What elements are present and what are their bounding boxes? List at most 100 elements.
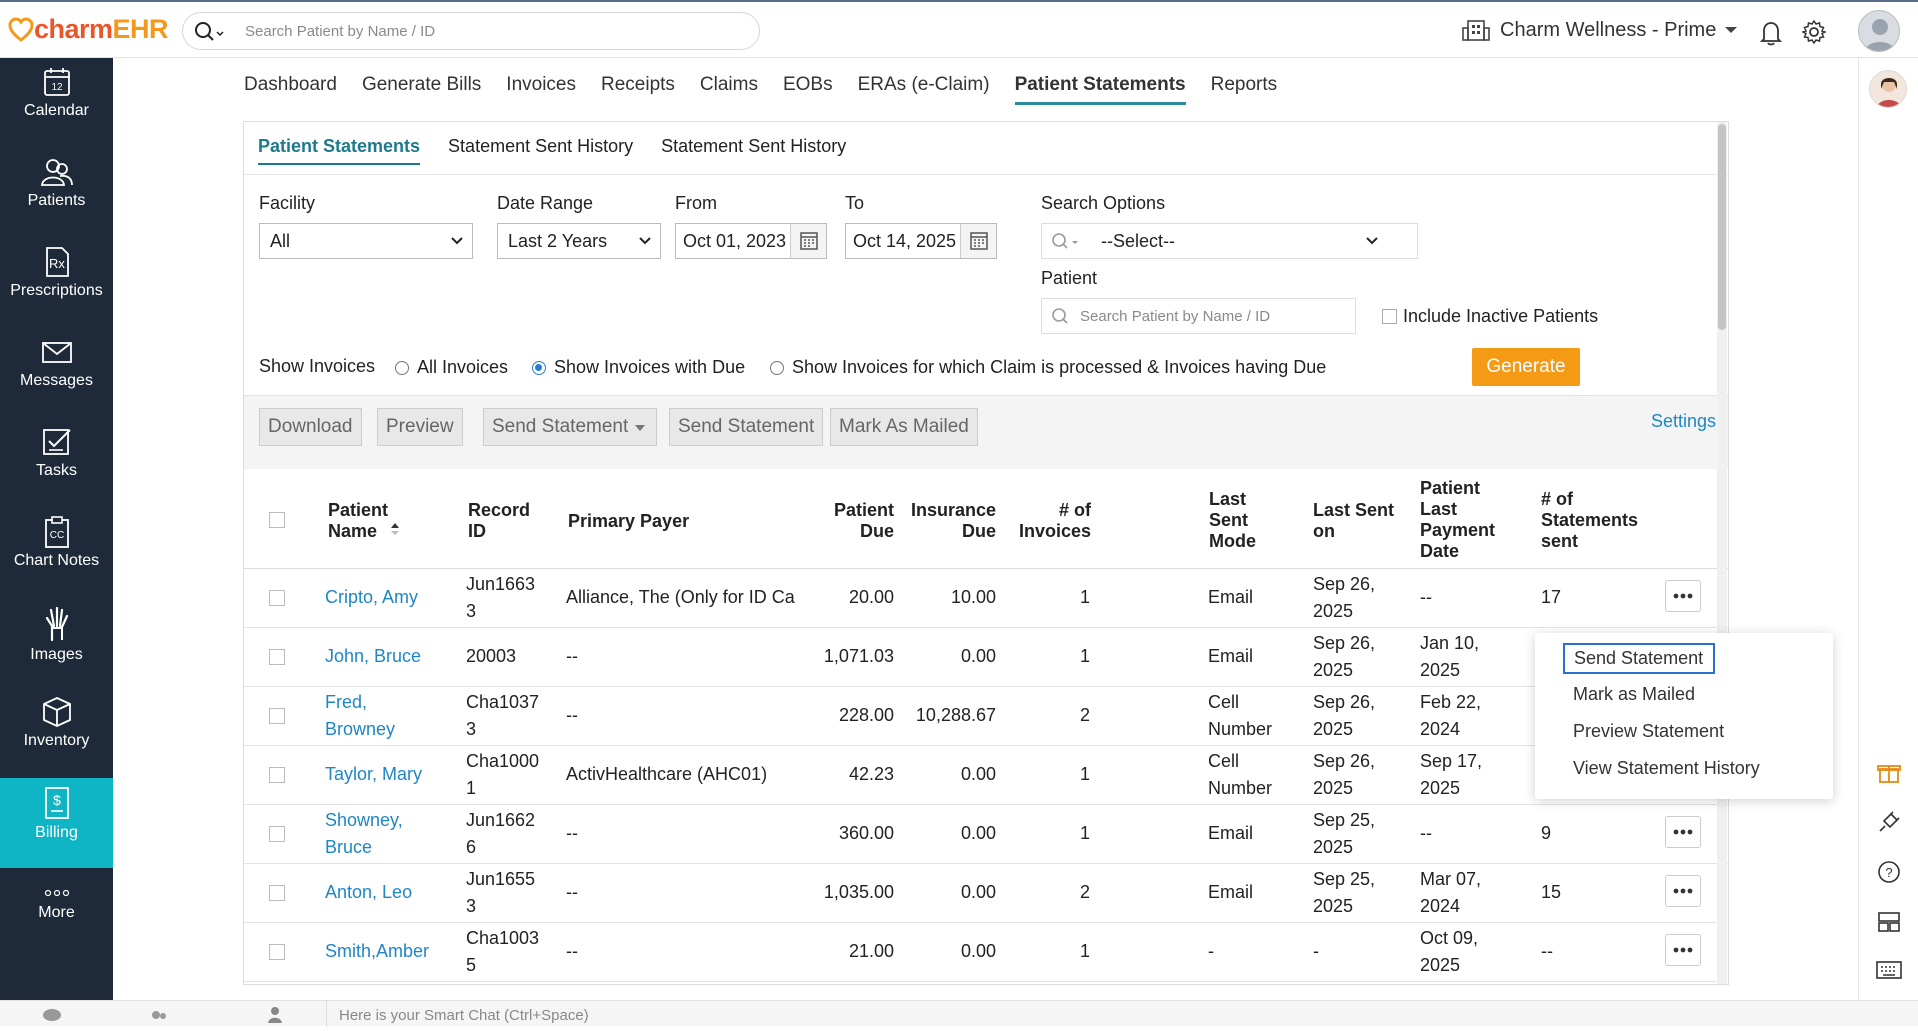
sidebar-item-tasks[interactable]: Tasks: [0, 418, 113, 508]
radio-invoices-with-due-circle[interactable]: [532, 360, 546, 375]
col-last-payment-date[interactable]: Patient Last Payment Date: [1420, 478, 1495, 562]
settings-link[interactable]: Settings: [1651, 411, 1716, 432]
patient-name-link[interactable]: Anton, Leo: [325, 879, 412, 906]
from-date-input[interactable]: Oct 01, 2023: [675, 223, 827, 259]
subtab-statement-sent-history[interactable]: Statement Sent History: [448, 136, 633, 165]
radio-all-invoices[interactable]: All Invoices: [395, 357, 508, 378]
table-row[interactable]: Smith,Amber Cha1003 5 -- 21.00 0.00 1- - Oct 09,…: [244, 923, 1728, 982]
patient-name-link[interactable]: Cripto, Amy: [325, 584, 418, 611]
nav-tab-claims[interactable]: Claims: [700, 74, 758, 105]
subtab-statement-sent-history-2[interactable]: Statement Sent History: [661, 136, 846, 165]
radio-all-invoices-circle[interactable]: [395, 360, 409, 375]
nav-tab-eobs[interactable]: EOBs: [783, 74, 833, 105]
facility-select[interactable]: All: [259, 223, 473, 259]
menu-item-view-statement-history[interactable]: View Statement History: [1573, 758, 1760, 779]
table-row[interactable]: Fred, Browney Cha1037 3 -- 228.00 10,288.67 2 Ce…: [244, 687, 1728, 746]
sidebar-item-more[interactable]: More: [0, 878, 113, 948]
search-options-select[interactable]: --Select--: [1041, 223, 1418, 259]
patient-name-link[interactable]: John, Bruce: [325, 643, 421, 670]
nav-tab-receipts[interactable]: Receipts: [601, 74, 675, 105]
calendar-picker-icon[interactable]: [790, 224, 826, 258]
row-checkbox[interactable]: [269, 944, 285, 960]
chat-icon[interactable]: [42, 1007, 62, 1025]
col-num-invoices[interactable]: # of Invoices: [984, 500, 1091, 542]
include-inactive-checkbox[interactable]: [1382, 309, 1397, 324]
row-checkbox[interactable]: [269, 590, 285, 606]
col-last-sent-mode[interactable]: Last Sent Mode: [1209, 489, 1256, 552]
panel-scrollbar[interactable]: [1717, 122, 1727, 984]
table-row[interactable]: John, Bruce 20003 -- 1,071.03 0.00 1 Email Sep …: [244, 628, 1728, 687]
row-checkbox[interactable]: [269, 826, 285, 842]
nav-tab-invoices[interactable]: Invoices: [506, 74, 576, 105]
row-more-actions-button[interactable]: [1665, 816, 1701, 848]
sidebar-item-billing[interactable]: $ Billing: [0, 778, 113, 868]
radio-claim-processed[interactable]: Show Invoices for which Claim is process…: [770, 357, 1326, 378]
row-checkbox[interactable]: [269, 885, 285, 901]
provider-avatar[interactable]: [1869, 70, 1907, 108]
row-more-actions-button[interactable]: [1665, 934, 1701, 966]
menu-item-mark-as-mailed[interactable]: Mark as Mailed: [1573, 684, 1695, 705]
layout-icon[interactable]: [1877, 910, 1901, 934]
table-row[interactable]: Anton, Leo Jun1655 3 -- 1,035.00 0.00 2 Email Se…: [244, 864, 1728, 923]
row-checkbox[interactable]: [269, 649, 285, 665]
global-patient-search[interactable]: Search Patient by Name / ID: [182, 12, 760, 50]
table-row[interactable]: Showney, Bruce Jun1662 6 -- 360.00 0.00 1 Email S…: [244, 805, 1728, 864]
col-last-sent-on[interactable]: Last Sent on: [1313, 500, 1394, 542]
mark-as-mailed-button[interactable]: Mark As Mailed: [830, 408, 978, 446]
send-statement-button[interactable]: Send Statement: [669, 408, 824, 446]
sidebar-item-calendar[interactable]: 12 Calendar: [0, 58, 113, 148]
radio-invoices-with-due[interactable]: Show Invoices with Due: [532, 357, 745, 378]
bell-icon[interactable]: [1759, 20, 1783, 46]
nav-tab-dashboard[interactable]: Dashboard: [244, 74, 337, 105]
patient-name-link[interactable]: Smith,Amber: [325, 938, 429, 965]
subtab-patient-statements[interactable]: Patient Statements: [258, 136, 421, 165]
sidebar-item-patients[interactable]: Patients: [0, 148, 113, 238]
calendar-picker-icon[interactable]: [960, 224, 996, 258]
row-checkbox[interactable]: [269, 767, 285, 783]
sidebar-item-images[interactable]: Images: [0, 598, 113, 688]
contact-icon[interactable]: [266, 1005, 284, 1025]
keyboard-icon[interactable]: [1876, 958, 1902, 982]
charm-ehr-logo[interactable]: charm EHR: [8, 14, 169, 45]
row-more-actions-button[interactable]: [1665, 875, 1701, 907]
col-insurance-due[interactable]: Insurance Due: [874, 500, 996, 542]
help-icon[interactable]: ?: [1877, 860, 1901, 884]
patient-name-link[interactable]: Fred, Browney: [325, 689, 395, 743]
nav-tab-reports[interactable]: Reports: [1211, 74, 1278, 105]
smart-chat-input[interactable]: Here is your Smart Chat (Ctrl+Space): [326, 1001, 589, 1027]
patient-name-link[interactable]: Showney, Bruce: [325, 807, 403, 861]
col-statements-sent[interactable]: # of Statements sent: [1541, 489, 1638, 552]
nav-tab-eras[interactable]: ERAs (e-Claim): [858, 74, 990, 105]
sidebar-item-chart-notes[interactable]: CC Chart Notes: [0, 508, 113, 598]
sidebar-item-prescriptions[interactable]: Rx Prescriptions: [0, 238, 113, 328]
facility-selector[interactable]: Charm Wellness - Prime: [1462, 18, 1738, 42]
download-button[interactable]: Download: [259, 408, 362, 446]
search-icon[interactable]: [193, 20, 227, 47]
to-date-input[interactable]: Oct 14, 2025: [845, 223, 997, 259]
nav-tab-patient-statements[interactable]: Patient Statements: [1014, 74, 1186, 105]
scrollbar-thumb[interactable]: [1718, 124, 1726, 330]
gear-icon[interactable]: [1802, 20, 1826, 44]
menu-item-send-statement[interactable]: Send Statement: [1563, 643, 1716, 674]
col-primary-payer[interactable]: Primary Payer: [568, 511, 689, 532]
col-record-id[interactable]: Record ID: [468, 500, 530, 542]
sidebar-item-messages[interactable]: Messages: [0, 328, 113, 418]
user-avatar[interactable]: [1858, 10, 1900, 52]
include-inactive-checkbox-row[interactable]: Include Inactive Patients: [1382, 306, 1598, 327]
plug-icon[interactable]: [1877, 810, 1901, 834]
date-range-select[interactable]: Last 2 Years: [497, 223, 661, 259]
patient-search-input[interactable]: Search Patient by Name / ID: [1041, 298, 1356, 334]
patient-name-link[interactable]: Taylor, Mary: [325, 761, 422, 788]
col-patient-name[interactable]: Patient Name: [328, 500, 402, 542]
gift-icon[interactable]: [1877, 760, 1901, 784]
send-statement-dropdown-button[interactable]: Send Statement: [483, 408, 658, 446]
preview-button[interactable]: Preview: [377, 408, 463, 446]
generate-button[interactable]: Generate: [1472, 348, 1580, 386]
select-all-checkbox[interactable]: [269, 512, 285, 528]
row-checkbox[interactable]: [269, 708, 285, 724]
radio-claim-processed-circle[interactable]: [770, 360, 784, 375]
menu-item-preview-statement[interactable]: Preview Statement: [1573, 721, 1724, 742]
row-more-actions-button[interactable]: [1665, 580, 1701, 612]
sidebar-item-inventory[interactable]: Inventory: [0, 688, 113, 778]
table-row[interactable]: Cripto, Amy Jun1663 3 Alliance, The (Only f…: [244, 569, 1728, 628]
